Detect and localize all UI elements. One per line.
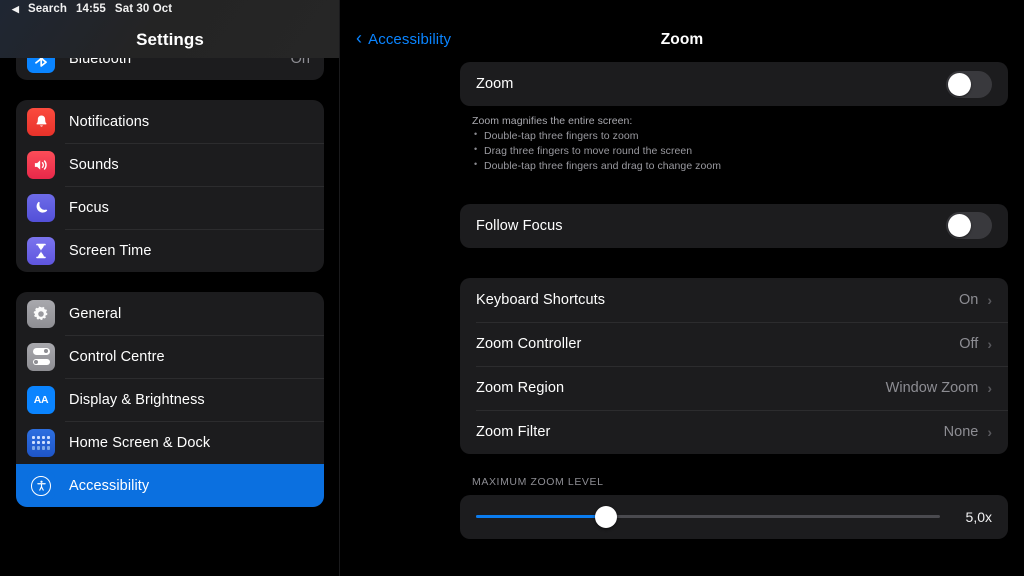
toggle-knob [948, 72, 971, 96]
zoom-row-label: Zoom [476, 76, 514, 92]
maximum-zoom-level-slider[interactable] [476, 505, 940, 528]
zoom-description-lead: Zoom magnifies the entire screen: [472, 115, 633, 127]
status-bar: ◀ Search 14:55 Sat 30 Oct [12, 3, 172, 15]
control-centre-sliders [32, 348, 50, 365]
row-label: Zoom Controller [476, 335, 582, 352]
accessibility-person-glyph [31, 475, 51, 496]
sidebar-item-accessibility[interactable]: Accessibility [16, 464, 324, 507]
accessibility-icon [27, 471, 55, 500]
control-centre-icon [27, 342, 55, 371]
content-body: Zoom Zoom magnifies the entire screen: D… [340, 62, 1024, 539]
chevron-right-icon: › [987, 379, 992, 396]
follow-focus-card: Follow Focus [460, 203, 1008, 248]
row-label: Zoom Filter [476, 423, 551, 440]
ipad-settings-screen: ◀ Search 14:55 Sat 30 Oct Settings Bluet… [0, 0, 1024, 576]
sidebar-item-label: Accessibility [69, 477, 150, 494]
sidebar-title: Settings [136, 30, 204, 49]
zoom-description: Zoom magnifies the entire screen: Double… [460, 106, 1008, 174]
sidebar-item-display-brightness[interactable]: AA Display & Brightness [16, 378, 324, 421]
slider-thumb[interactable] [594, 505, 617, 528]
status-back-label[interactable]: Search [28, 3, 67, 15]
zoom-options-card: Keyboard Shortcuts On › Zoom Controller … [460, 277, 1008, 454]
sidebar-item-label: Control Centre [69, 348, 165, 365]
row-value: Window Zoom [885, 379, 979, 396]
maximum-zoom-level-header: MAXIMUM ZOOM LEVEL [472, 475, 604, 488]
sidebar-item-label: General [69, 305, 122, 322]
toggle-knob [948, 214, 971, 238]
status-date: Sat 30 Oct [114, 3, 173, 15]
zoom-row[interactable]: Zoom [460, 62, 1008, 106]
maximum-zoom-level-value: 5,0x [965, 508, 992, 525]
maximum-zoom-level-card: 5,0x [460, 494, 1008, 539]
zoom-controller-row[interactable]: Zoom Controller Off › [460, 321, 1008, 366]
zoom-description-bullet: Double-tap three fingers to zoom [472, 128, 992, 144]
page-title: Zoom [660, 31, 704, 48]
zoom-description-bullet: Double-tap three fingers and drag to cha… [472, 158, 992, 174]
zoom-region-row[interactable]: Zoom Region Window Zoom › [460, 365, 1008, 410]
chevron-right-icon: › [987, 423, 992, 440]
moon-icon [27, 193, 55, 222]
sidebar-item-label: Home Screen & Dock [69, 434, 211, 451]
row-label: Keyboard Shortcuts [476, 291, 606, 308]
sidebar-item-label: Focus [69, 199, 109, 216]
keyboard-shortcuts-row[interactable]: Keyboard Shortcuts On › [460, 278, 1008, 322]
sidebar-item-label: Display & Brightness [69, 391, 205, 408]
sidebar-group-alerts: Notifications Sounds Focus Screen Time [16, 100, 324, 272]
follow-focus-toggle-switch[interactable] [946, 212, 992, 240]
row-value: On [958, 291, 979, 308]
row-value: Off [959, 335, 979, 352]
follow-focus-row-label: Follow Focus [476, 217, 563, 234]
gear-icon [27, 299, 55, 328]
zoom-toggle-switch[interactable] [946, 70, 992, 98]
sidebar-item-control-centre[interactable]: Control Centre [16, 335, 324, 378]
sidebar-item-notifications[interactable]: Notifications [16, 100, 324, 143]
zoom-description-bullet: Drag three fingers to move round the scr… [472, 143, 992, 159]
bell-icon [27, 107, 55, 136]
sidebar-item-label: Sounds [69, 156, 119, 173]
slider-fill [476, 515, 606, 519]
chevron-right-icon: › [987, 291, 992, 308]
aa-glyph: AA [33, 393, 49, 406]
hourglass-icon [27, 236, 55, 265]
app-grid-glyph [32, 435, 50, 450]
home-screen-dock-icon [27, 428, 55, 457]
sidebar-item-general[interactable]: General [16, 292, 324, 335]
status-time: 14:55 [76, 3, 106, 15]
row-value: None [943, 423, 979, 440]
speaker-icon [27, 150, 55, 179]
chevron-right-icon: › [987, 335, 992, 352]
sidebar-item-label: Screen Time [69, 242, 152, 259]
settings-sidebar: ◀ Search 14:55 Sat 30 Oct Settings Bluet… [0, 0, 340, 576]
sidebar-item-label: Notifications [69, 113, 150, 130]
sidebar-group-system: General Control Centre AA Display & Brig… [16, 292, 324, 507]
content-header: ‹ Accessibility Zoom [340, 0, 1024, 62]
sidebar-item-sounds[interactable]: Sounds [16, 143, 324, 186]
zoom-toggle-card: Zoom [460, 62, 1008, 106]
display-brightness-icon: AA [27, 385, 55, 414]
sidebar-item-home-screen-dock[interactable]: Home Screen & Dock [16, 421, 324, 464]
row-label: Zoom Region [476, 379, 565, 396]
sidebar-scroll-area[interactable]: Bluetooth On Notifications Sounds Focus … [0, 37, 339, 576]
status-back-arrow-icon[interactable]: ◀ [12, 4, 19, 14]
zoom-description-bullets: Double-tap three fingers to zoom Drag th… [472, 128, 992, 174]
sidebar-item-screen-time[interactable]: Screen Time [16, 229, 324, 272]
zoom-filter-row[interactable]: Zoom Filter None › [460, 409, 1008, 454]
follow-focus-row[interactable]: Follow Focus [460, 204, 1008, 248]
zoom-settings-pane: ‹ Accessibility Zoom Zoom Zoom magnifies… [340, 0, 1024, 576]
sidebar-item-focus[interactable]: Focus [16, 186, 324, 229]
